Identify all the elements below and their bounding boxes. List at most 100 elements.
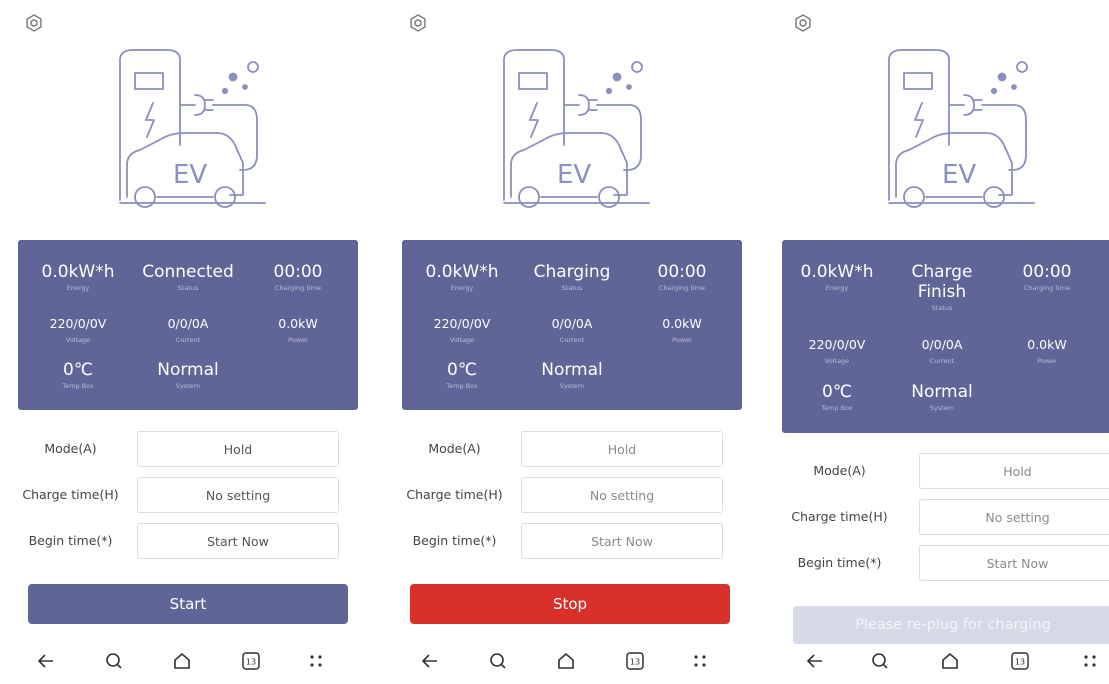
mode-field[interactable]: Hold: [521, 431, 723, 467]
search-icon[interactable]: [487, 650, 509, 672]
energy-value: 0.0kW*h: [800, 262, 874, 282]
mode-row: Mode(A) Hold: [769, 453, 1109, 489]
charging-time-label: Charging time: [658, 284, 706, 292]
settings-icon[interactable]: [25, 14, 43, 32]
current-value: 0/0/0A: [167, 316, 209, 331]
back-arrow-icon[interactable]: [804, 650, 826, 672]
power-stat: 0.0kW Power: [243, 314, 353, 344]
voltage-label: Voltage: [65, 336, 91, 344]
screen-charging: EV 0.0kW*h Energy Charging Status 00:00 …: [384, 0, 754, 684]
system-label: System: [175, 382, 201, 390]
mode-field[interactable]: Hold: [919, 453, 1109, 489]
power-label: Power: [1037, 357, 1057, 365]
temp-stat: 0℃ Temp Box: [407, 360, 517, 390]
tabs-icon[interactable]: 13: [240, 650, 262, 672]
stop-button[interactable]: Stop: [410, 584, 730, 624]
tabs-icon[interactable]: 13: [624, 650, 646, 672]
charge-time-label: Charge time(H): [791, 509, 888, 524]
energy-stat: 0.0kW*h Energy: [782, 262, 892, 292]
voltage-label: Voltage: [449, 336, 475, 344]
voltage-value: 220/0/0V: [808, 337, 866, 352]
back-arrow-icon[interactable]: [419, 650, 441, 672]
menu-dots-icon[interactable]: [1079, 650, 1101, 672]
ev-label: EV: [557, 160, 591, 190]
current-stat: 0/0/0A Current: [133, 314, 243, 344]
ev-charger-illustration: EV: [489, 45, 669, 215]
charge-time-label: Charge time(H): [22, 487, 119, 502]
power-stat: 0.0kW Power: [992, 335, 1102, 365]
menu-dots-icon[interactable]: [305, 650, 327, 672]
screen-charge-finish: EV 0.0kW*h Energy Charge Finish Status 0…: [769, 0, 1109, 684]
voltage-value: 220/0/0V: [433, 316, 491, 331]
begin-time-field[interactable]: Start Now: [521, 523, 723, 559]
system-stat: Normal System: [517, 360, 627, 390]
status-value: Charge Finish: [911, 262, 973, 302]
temp-value: 0℃: [822, 382, 852, 402]
settings-icon[interactable]: [794, 14, 812, 32]
charge-time-field[interactable]: No setting: [919, 499, 1109, 535]
charging-time-label: Charging time: [274, 284, 322, 292]
begin-time-field[interactable]: Start Now: [919, 545, 1109, 581]
charge-time-field[interactable]: No setting: [137, 477, 339, 513]
energy-value: 0.0kW*h: [425, 262, 499, 282]
home-icon[interactable]: [939, 650, 961, 672]
begin-time-row: Begin time(*) Start Now: [384, 523, 724, 559]
mode-field[interactable]: Hold: [137, 431, 339, 467]
current-value: 0/0/0A: [551, 316, 593, 331]
settings-icon[interactable]: [409, 14, 427, 32]
energy-stat: 0.0kW*h Energy: [407, 262, 517, 292]
charging-time-value: 00:00: [1022, 262, 1072, 282]
menu-dots-icon[interactable]: [689, 650, 711, 672]
temp-value: 0℃: [447, 360, 477, 380]
start-button[interactable]: Start: [28, 584, 348, 624]
temp-value: 0℃: [63, 360, 93, 380]
charge-time-label: Charge time(H): [406, 487, 503, 502]
mode-label: Mode(A): [428, 441, 481, 456]
begin-time-field[interactable]: Start Now: [137, 523, 339, 559]
status-panel: 0.0kW*h Energy Connected Status 00:00 Ch…: [18, 240, 358, 410]
home-icon[interactable]: [171, 650, 193, 672]
system-stat: Normal System: [133, 360, 243, 390]
energy-label: Energy: [66, 284, 90, 292]
search-icon[interactable]: [869, 650, 891, 672]
begin-time-label: Begin time(*): [797, 555, 882, 570]
ev-charger-illustration: EV: [874, 45, 1054, 215]
current-label: Current: [175, 336, 201, 344]
voltage-value: 220/0/0V: [49, 316, 107, 331]
current-label: Current: [559, 336, 585, 344]
charging-time-value: 00:00: [657, 262, 707, 282]
energy-label: Energy: [450, 284, 474, 292]
system-stat: Normal System: [887, 382, 997, 412]
charge-time-row: Charge time(H) No setting: [0, 477, 340, 513]
current-stat: 0/0/0A Current: [887, 335, 997, 365]
status-stat: Charging Status: [517, 262, 627, 292]
status-panel: 0.0kW*h Energy Charge Finish Status 00:0…: [782, 240, 1109, 433]
tabs-count: 13: [1015, 658, 1025, 667]
system-label: System: [559, 382, 585, 390]
begin-time-label: Begin time(*): [412, 533, 497, 548]
begin-time-label: Begin time(*): [28, 533, 113, 548]
back-arrow-icon[interactable]: [35, 650, 57, 672]
charging-time-stat: 00:00 Charging time: [992, 262, 1102, 292]
tabs-count: 13: [630, 658, 640, 667]
voltage-stat: 220/0/0V Voltage: [782, 335, 892, 365]
tabs-count: 13: [246, 658, 256, 667]
status-stat: Charge Finish Status: [887, 262, 997, 312]
charge-time-field[interactable]: No setting: [521, 477, 723, 513]
power-label: Power: [288, 336, 308, 344]
temp-stat: 0℃ Temp Box: [23, 360, 133, 390]
mode-row: Mode(A) Hold: [0, 431, 340, 467]
energy-label: Energy: [825, 284, 849, 292]
search-icon[interactable]: [103, 650, 125, 672]
tabs-icon[interactable]: 13: [1009, 650, 1031, 672]
status-stat: Connected Status: [133, 262, 243, 292]
power-value: 0.0kW: [278, 316, 318, 331]
temp-stat: 0℃ Temp Box: [782, 382, 892, 412]
charging-time-value: 00:00: [273, 262, 323, 282]
current-label: Current: [929, 357, 955, 365]
ev-label: EV: [942, 160, 976, 190]
mode-label: Mode(A): [813, 463, 866, 478]
charge-time-row: Charge time(H) No setting: [769, 499, 1109, 535]
charge-time-row: Charge time(H) No setting: [384, 477, 724, 513]
home-icon[interactable]: [555, 650, 577, 672]
